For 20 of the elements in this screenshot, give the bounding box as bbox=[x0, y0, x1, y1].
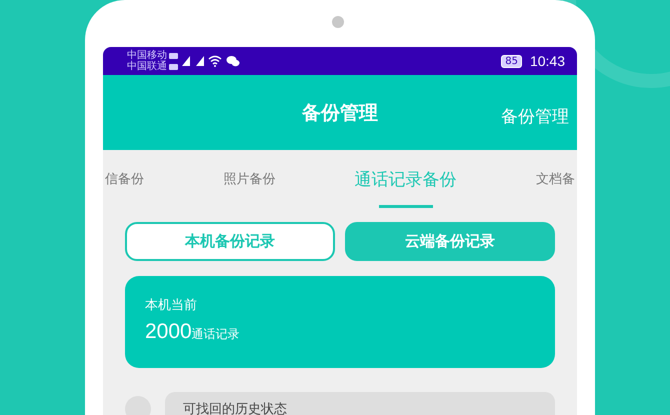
header-action[interactable]: 备份管理 bbox=[495, 105, 575, 128]
segment-button[interactable]: 云端备份记录 bbox=[345, 222, 555, 261]
tab[interactable]: 文档备 bbox=[534, 150, 577, 208]
history-item[interactable]: 可找回的历史状态 bbox=[165, 392, 555, 415]
chat-icon bbox=[226, 55, 240, 67]
carrier-name: 中国联通 bbox=[127, 61, 167, 72]
tab[interactable]: 信备份 bbox=[103, 150, 146, 208]
tab[interactable]: 照片备份 bbox=[221, 150, 278, 208]
segment-button[interactable]: 本机备份记录 bbox=[125, 222, 335, 261]
camera-icon bbox=[332, 16, 344, 28]
wifi-icon bbox=[208, 55, 222, 67]
history-label: 可找回的历史状态 bbox=[183, 402, 287, 415]
battery-icon: 85 bbox=[501, 54, 522, 68]
carrier-name: 中国移动 bbox=[127, 50, 167, 61]
header-title: 备份管理 bbox=[302, 100, 378, 126]
card-label: 本机当前 bbox=[145, 297, 197, 314]
record-count: 2000 bbox=[145, 320, 192, 344]
signal-icon bbox=[182, 56, 204, 66]
clock: 10:43 bbox=[530, 53, 565, 69]
count-unit: 通话记录 bbox=[192, 326, 240, 343]
